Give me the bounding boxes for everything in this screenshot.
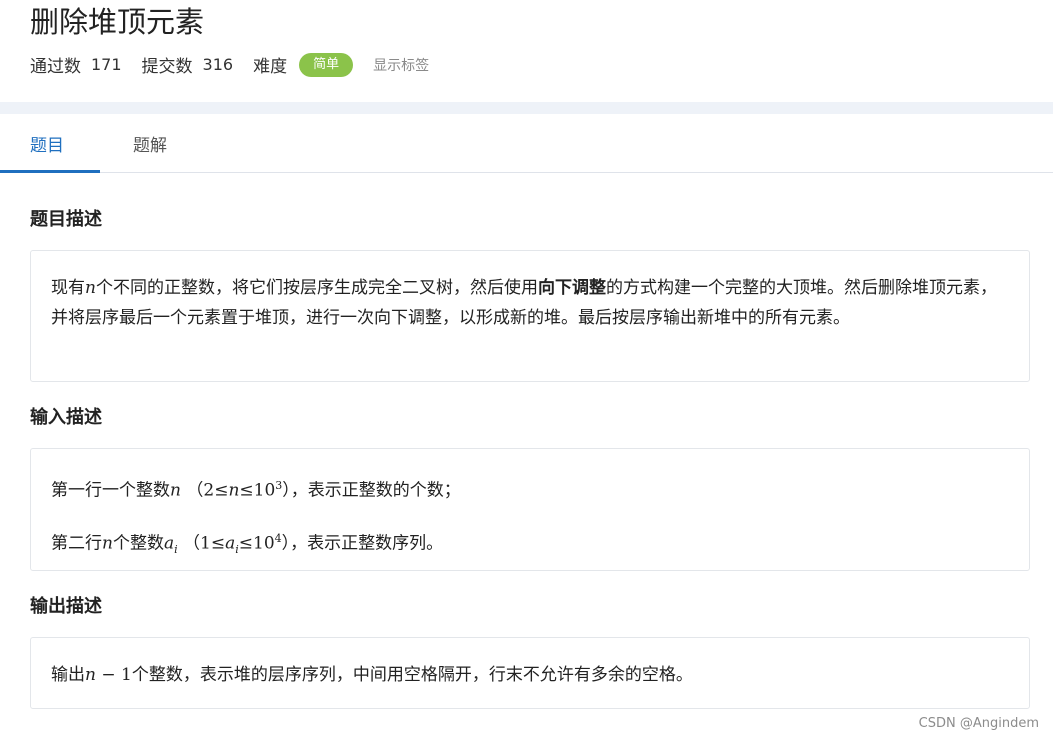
input-title: 输入描述 [30, 407, 102, 428]
input2-var: a [225, 533, 236, 554]
page-title: 删除堆顶元素 [30, 5, 205, 39]
input1-base: 10 [253, 480, 276, 501]
input2-le1: ≤ [210, 533, 226, 554]
problem-header: 删除堆顶元素 通过数 171 提交数 316 难度 简单 显示标签 [0, 0, 1053, 102]
input1-var-n: n [170, 480, 181, 501]
passed-count: 171 [91, 55, 122, 74]
watermark: CSDN @Angindem [918, 716, 1039, 731]
input2-open: （ [183, 533, 201, 554]
tab-solutions[interactable]: 题解 [100, 114, 200, 172]
submit-count: 316 [202, 55, 234, 74]
input-line-1: 第一行一个整数n （2≤n≤103），表示正整数的个数； [51, 471, 1009, 506]
input-line-2: 第二行n个整数ai （1≤ai≤104），表示正整数序列。 [51, 524, 1009, 565]
output-text-a: 输出 [51, 665, 85, 685]
difficulty-badge: 简单 [299, 52, 354, 77]
show-tags-link[interactable]: 显示标签 [373, 55, 429, 75]
passed-label: 通过数 [30, 57, 81, 77]
output-title: 输出描述 [30, 596, 102, 617]
input2-le2: ≤ [238, 533, 254, 554]
input2-text-a: 第二行 [51, 533, 102, 554]
input2-text-b: 个整数 [112, 533, 164, 554]
input2-var-a: a [163, 533, 175, 554]
output-var-n: n [85, 665, 96, 685]
tab-problem[interactable]: 题目 [0, 114, 100, 173]
input1-le2: ≤ [239, 480, 254, 501]
input2-text-c: ，表示正整数序列。 [290, 533, 444, 554]
input2-sub-i: i [174, 542, 178, 556]
output-text-b: 个整数，表示堆的层序序列，中间用空格隔开，行末不允许有多余的空格。 [131, 665, 693, 685]
problem-stats: 通过数 171 提交数 316 难度 简单 显示标签 [30, 52, 1053, 77]
input1-text-b: ，表示正整数的个数； [290, 480, 461, 501]
input1-text-a: 第一行一个整数 [51, 480, 170, 501]
difficulty-label: 难度 [253, 57, 288, 77]
desc-text-a: 现有 [51, 278, 85, 298]
input2-var-n: n [102, 533, 113, 554]
output-box: 输出n − 1个整数，表示堆的层序序列，中间用空格隔开，行末不允许有多余的空格。 [30, 637, 1030, 709]
input1-close: ） [282, 480, 291, 501]
desc-bold: 向下调整 [537, 278, 606, 298]
input2-exp: 4 [274, 531, 282, 545]
input2-base: 10 [253, 533, 275, 554]
desc-text-b: 个不同的正整数，将它们按层序生成完全二叉树，然后使用 [95, 278, 538, 298]
input2-lo: 1 [200, 533, 211, 554]
output-minus: − 1 [95, 665, 132, 685]
description-title: 题目描述 [30, 209, 102, 230]
description-box: 现有n个不同的正整数，将它们按层序生成完全二叉树，然后使用向下调整的方式构建一个… [30, 250, 1030, 382]
divider-band [0, 102, 1053, 114]
input1-le1: ≤ [214, 480, 229, 501]
input1-open: （ [186, 480, 204, 501]
input1-lo: 2 [203, 480, 215, 501]
input1-var: n [228, 480, 240, 501]
description-text: 现有n个不同的正整数，将它们按层序生成完全二叉树，然后使用向下调整的方式构建一个… [51, 278, 997, 328]
submit-label: 提交数 [141, 57, 193, 77]
tab-bar: 题目 题解 [0, 114, 1053, 173]
input-box: 第一行一个整数n （2≤n≤103），表示正整数的个数； 第二行n个整数ai （… [30, 448, 1030, 571]
desc-var-n: n [85, 278, 96, 298]
input2-close: ） [281, 533, 291, 554]
